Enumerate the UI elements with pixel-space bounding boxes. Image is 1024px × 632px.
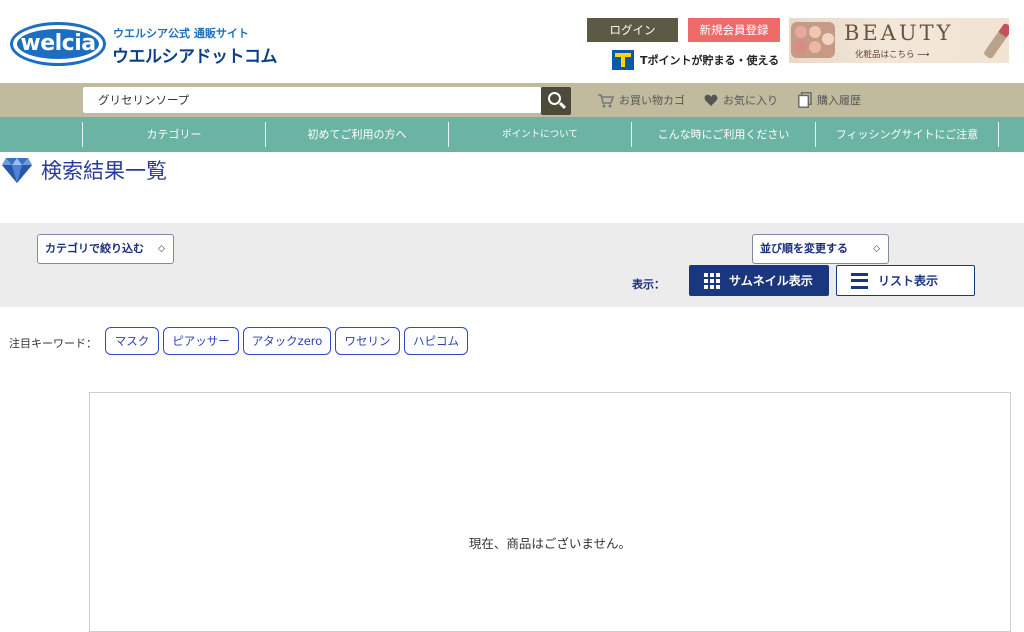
display-label: 表示： xyxy=(632,278,665,291)
beauty-banner[interactable]: BEAUTY 化粧品はこちら ⟶ xyxy=(789,18,1009,63)
document-icon xyxy=(798,92,812,108)
category-filter-label: カテゴリで絞り込む xyxy=(45,242,144,255)
results-container: 現在、商品はございません。 xyxy=(89,392,1011,632)
heart-icon xyxy=(704,94,718,106)
welcia-logo[interactable]: welcia xyxy=(10,22,106,66)
main-nav: カテゴリー 初めてご利用の方へ ポイントについて こんな時にご利用ください フィ… xyxy=(0,117,1024,152)
logo-subtitle: ウエルシア公式 通販サイト xyxy=(113,27,249,40)
keyword-chip[interactable]: マスク xyxy=(105,327,159,355)
login-button[interactable]: ログイン xyxy=(587,18,678,42)
empty-results-message: 現在、商品はございません。 xyxy=(468,536,632,551)
search-button[interactable] xyxy=(541,87,571,115)
favorites-link[interactable]: お気に入り xyxy=(704,90,778,110)
grid-icon xyxy=(704,272,720,289)
thumbnail-view-label: サムネイル表示 xyxy=(729,274,813,288)
nav-item-phishing[interactable]: フィッシングサイトにご注意 xyxy=(816,117,998,152)
keyword-chip[interactable]: ハピコム xyxy=(404,327,468,355)
list-icon xyxy=(851,272,868,289)
nav-item-category[interactable]: カテゴリー xyxy=(83,117,265,152)
lipstick-icon xyxy=(983,22,1009,60)
history-label: 購入履歴 xyxy=(817,94,861,107)
tpoint-text: Tポイントが貯まる・使える xyxy=(640,54,780,67)
page-title: 検索結果一覧 xyxy=(41,158,167,183)
logo-text: welcia xyxy=(17,29,99,59)
history-link[interactable]: 購入履歴 xyxy=(798,90,861,110)
nav-item-usage[interactable]: こんな時にご利用ください xyxy=(632,117,815,152)
keyword-chip[interactable]: ピアッサー xyxy=(163,327,239,355)
sort-label: 並び順を変更する xyxy=(760,242,848,255)
list-view-button[interactable]: リスト表示 xyxy=(836,265,975,296)
banner-subtitle: 化粧品はこちら ⟶ xyxy=(855,50,930,60)
search-bar xyxy=(0,83,1024,117)
site-header: welcia ウエルシア公式 通販サイト ウエルシアドットコム ログイン 新規会… xyxy=(0,0,1024,83)
search-input[interactable] xyxy=(83,87,541,113)
list-view-label: リスト表示 xyxy=(878,274,939,288)
category-filter-select[interactable]: カテゴリで絞り込む ◇ xyxy=(37,234,174,264)
diamond-icon xyxy=(2,157,32,183)
tpoint-icon xyxy=(612,50,634,70)
page-heading: 検索結果一覧 xyxy=(0,152,167,187)
cart-icon xyxy=(598,93,614,107)
sort-select[interactable]: 並び順を変更する ◇ xyxy=(752,234,889,264)
cart-label: お買い物カゴ xyxy=(619,94,685,107)
keyword-chip[interactable]: ワセリン xyxy=(335,327,400,355)
thumbnail-view-button[interactable]: サムネイル表示 xyxy=(689,265,829,296)
nav-item-points[interactable]: ポイントについて xyxy=(449,117,631,152)
tpoint-link[interactable]: Tポイントが貯まる・使える xyxy=(612,50,779,70)
chevron-updown-icon: ◇ xyxy=(873,244,880,254)
logo-title[interactable]: ウエルシアドットコム xyxy=(112,42,278,67)
keyword-chip[interactable]: アタックzero xyxy=(243,327,331,355)
palette-icon xyxy=(791,22,835,58)
cart-link[interactable]: お買い物カゴ xyxy=(597,90,685,110)
keywords-label: 注目キーワード： xyxy=(9,337,97,350)
nav-item-first-time[interactable]: 初めてご利用の方へ xyxy=(266,117,448,152)
chevron-updown-icon: ◇ xyxy=(158,244,165,254)
favorites-label: お気に入り xyxy=(723,94,778,107)
banner-title: BEAUTY xyxy=(844,21,954,45)
register-button[interactable]: 新規会員登録 xyxy=(688,18,780,42)
